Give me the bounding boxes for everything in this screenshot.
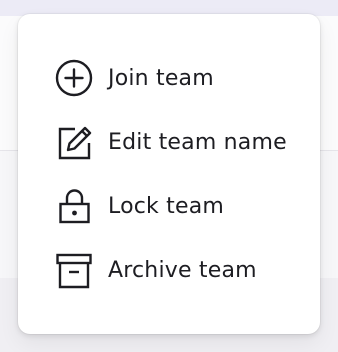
- lock-team-label: Lock team: [108, 193, 225, 219]
- edit-team-name-label: Edit team name: [108, 129, 287, 155]
- team-actions-menu: Join team Edit team name Lock team Archi…: [18, 14, 320, 334]
- lock-team-menu-item[interactable]: Lock team: [54, 184, 304, 228]
- edit-team-name-menu-item[interactable]: Edit team name: [54, 120, 304, 164]
- join-team-menu-item[interactable]: Join team: [54, 56, 304, 100]
- join-team-label: Join team: [108, 65, 214, 91]
- edit-icon: [54, 122, 94, 162]
- lock-icon: [54, 186, 94, 226]
- plus-circle-icon: [54, 58, 94, 98]
- archive-team-menu-item[interactable]: Archive team: [54, 248, 304, 292]
- archive-box-icon: [54, 250, 94, 290]
- archive-team-label: Archive team: [108, 257, 257, 283]
